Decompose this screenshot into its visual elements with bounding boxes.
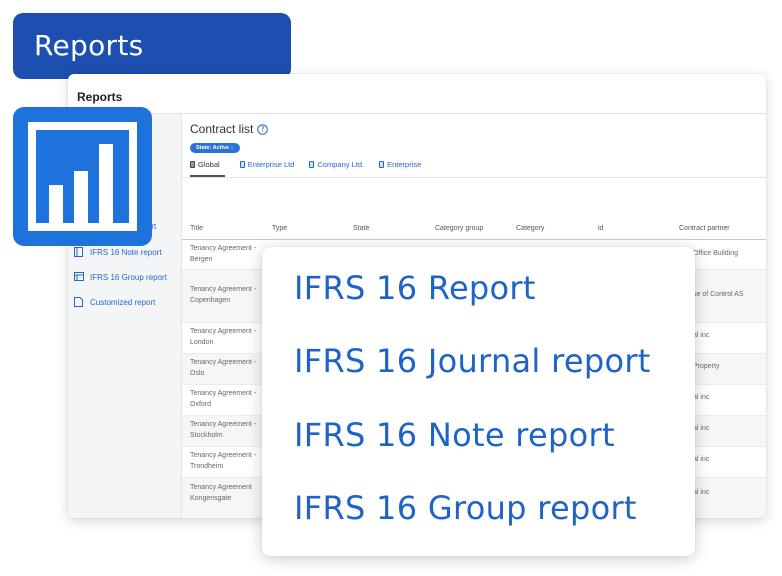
sidebar-item-note-report[interactable]: IFRS 16 Note report (74, 247, 162, 257)
tab-label: Company Ltd. (317, 160, 365, 169)
sidebar-item-label: IFRS 16 Note report (90, 247, 162, 257)
page-title: Reports (13, 13, 291, 79)
svg-text:?: ? (261, 125, 265, 134)
group-report-icon (74, 272, 84, 282)
row-title: Tenancy Agreement - Bergen (190, 245, 257, 263)
sidebar-item-label: IFRS 16 Group report (90, 272, 167, 282)
bar-chart-frame (28, 122, 137, 231)
tab-label: Enterprise (387, 160, 422, 169)
row-title: Tenancy Agreement - Oslo (190, 359, 257, 377)
sidebar-item-group-report[interactable]: IFRS 16 Group report (74, 272, 167, 282)
menu-item-ifrs16-report[interactable]: IFRS 16 Report (294, 269, 536, 307)
column-header-id[interactable]: id (598, 225, 603, 232)
tab-enterprise-ltd[interactable]: Enterprise Ltd (239, 158, 295, 177)
state-filter-badge[interactable]: State: Active ↓ (190, 143, 241, 153)
row-contract-partner: al inc (693, 394, 710, 401)
menu-item-ifrs16-group-report[interactable]: IFRS 16 Group report (294, 489, 637, 527)
row-contract-partner: Office Building (693, 250, 739, 257)
building-icon (309, 161, 315, 168)
contract-list-title: Contract list ? (190, 122, 269, 136)
tab-enterprise[interactable]: Enterprise (379, 158, 421, 177)
row-title: Tenancy Agreement Kongensgate (190, 484, 252, 502)
building-icon (190, 161, 195, 168)
sidebar-item-label: Customized report (90, 297, 156, 307)
sidebar-item-customized-report[interactable]: Customized report (74, 297, 155, 307)
row-contract-partner: se of Control AS (693, 291, 744, 298)
row-contract-partner: al inc (693, 425, 710, 432)
table-header: Title Type State Category group Category… (182, 222, 766, 240)
report-menu-popup: IFRS 16 Report IFRS 16 Journal report IF… (262, 247, 695, 556)
bar-chart-bar (74, 171, 88, 223)
row-title: Tenancy Agreement - Trondheim (190, 452, 257, 470)
menu-item-ifrs16-note-report[interactable]: IFRS 16 Note report (294, 416, 615, 454)
bar-chart-bar (99, 144, 113, 223)
tab-global[interactable]: Global (190, 158, 225, 177)
tab-company-ltd[interactable]: Company Ltd. (309, 158, 364, 177)
row-title: Tenancy Agreement - Copenhagen (190, 286, 257, 304)
column-header-category-group[interactable]: Category group (435, 225, 483, 232)
contract-list-title-text: Contract list (190, 122, 254, 136)
row-title: Tenancy Agreement - Stockholm (190, 421, 257, 439)
column-header-contract-partner[interactable]: Contract partner (679, 225, 730, 232)
row-title: Tenancy Agreement - London (190, 328, 257, 346)
row-contract-partner: al inc (693, 489, 710, 496)
bar-chart-icon (13, 107, 152, 246)
entity-tabs: Global Enterprise Ltd Company Ltd. Enter… (182, 158, 766, 178)
column-header-type[interactable]: Type (272, 225, 287, 232)
bar-chart-bar (49, 185, 63, 223)
row-title: Tenancy Agreement - Oxford (190, 390, 257, 408)
book-icon (74, 247, 83, 257)
menu-item-ifrs16-journal-report[interactable]: IFRS 16 Journal report (294, 342, 651, 380)
document-icon (74, 297, 83, 307)
row-contract-partner: al inc (693, 456, 710, 463)
tab-label: Global (198, 160, 220, 169)
building-icon (379, 161, 385, 168)
building-icon (239, 161, 245, 168)
row-contract-partner: Property (693, 363, 720, 370)
column-header-state[interactable]: State (353, 225, 369, 232)
column-header-title[interactable]: Title (190, 225, 203, 232)
row-contract-partner: al inc (693, 332, 710, 339)
column-header-category[interactable]: Category (516, 225, 544, 232)
app-header-title: Reports (68, 74, 766, 114)
tab-label: Enterprise Ltd (247, 160, 295, 169)
help-icon[interactable]: ? (257, 123, 269, 135)
